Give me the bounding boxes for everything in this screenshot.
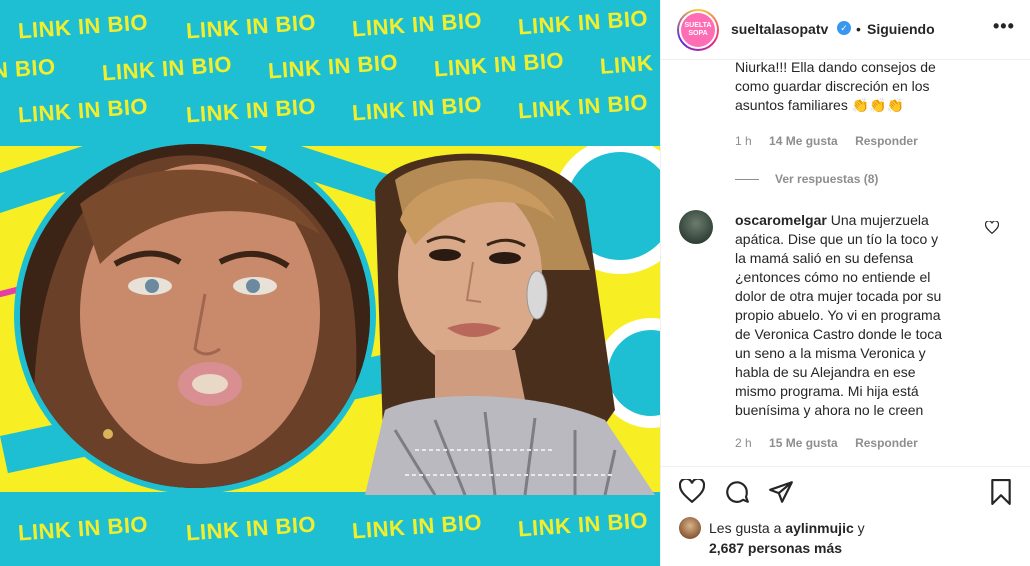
post-image[interactable]: LINK IN BIO LINK IN BIO LINK IN BIO LINK… [0,0,660,566]
comment-meta: 1 h 14 Me gusta Responder [735,134,918,148]
comment-text: oscaromelgar Una mujerzuela apática. Dis… [735,212,943,418]
following-button[interactable]: Siguiendo [867,21,935,37]
share-icon[interactable] [768,479,794,505]
banner-text: LINK [599,50,655,79]
avatar-logo-text: SOPA [688,30,708,37]
banner-text: LINK IN BIO [101,51,233,86]
post-header: SUELTA SOPA sueltalasopatv ✓ • Siguiendo… [661,0,1030,60]
bookmark-icon[interactable] [989,479,1013,505]
comment-like-heart-icon[interactable] [985,221,999,234]
banner-text: LINK IN BIO [17,9,149,44]
banner-text: LINK IN BIO [185,93,317,128]
commenter-username[interactable]: oscaromelgar [735,212,827,228]
comment-text: Niurka!!! Ella dando consejos de como gu… [735,60,936,113]
post-side-panel: SUELTA SOPA sueltalasopatv ✓ • Siguiendo… [660,0,1030,566]
comment-meta: 2 h 15 Me gusta Responder [735,436,918,450]
reply-button[interactable]: Responder [855,436,918,450]
more-horizontal-icon[interactable]: ••• [993,16,1015,37]
banner-text: N BIO [0,53,57,84]
commenter-avatar[interactable] [679,210,713,244]
banner-text: LINK IN BIO [351,509,483,544]
action-bar: Les gusta a aylinmujic y 2,687 personas … [661,466,1030,566]
likes-summary: Les gusta a aylinmujic y 2,687 personas … [709,520,865,556]
banner-text: LINK IN BIO [351,91,483,126]
photo-woman-right [355,150,660,495]
comment-likes[interactable]: 15 Me gusta [769,436,838,450]
liker-username[interactable]: aylinmujic [785,520,853,536]
heart-icon[interactable] [679,479,705,503]
comment-time[interactable]: 2 h [735,436,752,450]
banner-text: LINK IN BIO [517,507,649,542]
banner-text: LINK IN BIO [185,9,317,44]
banner-text: LINK IN BIO [17,511,149,546]
banner-text: LINK IN BIO [351,7,483,42]
likes-count[interactable]: 2,687 personas más [709,540,842,556]
view-replies-label: Ver respuestas (8) [775,172,879,186]
banner-row-2: N BIO LINK IN BIO LINK IN BIO LINK IN BI… [0,47,660,90]
comment-icon[interactable] [724,479,750,505]
banner-text: LINK IN BIO [433,47,565,82]
view-replies-button[interactable]: Ver respuestas (8) [735,172,878,186]
banner-text: LINK IN BIO [17,93,149,128]
separator-dot: • [856,21,861,37]
comment-likes[interactable]: 14 Me gusta [769,134,838,148]
banner-row-3: LINK IN BIO LINK IN BIO LINK IN BIO LINK… [0,89,660,132]
comment-time[interactable]: 1 h [735,134,752,148]
photo-woman-left [14,138,376,494]
banner-text: LINK IN BIO [185,511,317,546]
banner-row-4: LINK IN BIO LINK IN BIO LINK IN BIO LINK… [0,507,660,550]
banner-text: LINK IN BIO [517,5,649,40]
account-username[interactable]: sueltalasopatv [731,21,828,37]
avatar-logo-text: SUELTA [684,22,712,29]
comments-list: Niurka!!! Ella dando consejos de como gu… [661,60,1030,465]
verified-badge-icon: ✓ [837,21,851,35]
account-avatar[interactable]: SUELTA SOPA [677,9,719,51]
reply-button[interactable]: Responder [855,134,918,148]
liker-avatar[interactable] [679,517,701,539]
banner-text: LINK IN BIO [267,49,399,84]
banner-text: LINK IN BIO [517,89,649,124]
banner-row-1: LINK IN BIO LINK IN BIO LINK IN BIO LINK… [0,5,660,48]
